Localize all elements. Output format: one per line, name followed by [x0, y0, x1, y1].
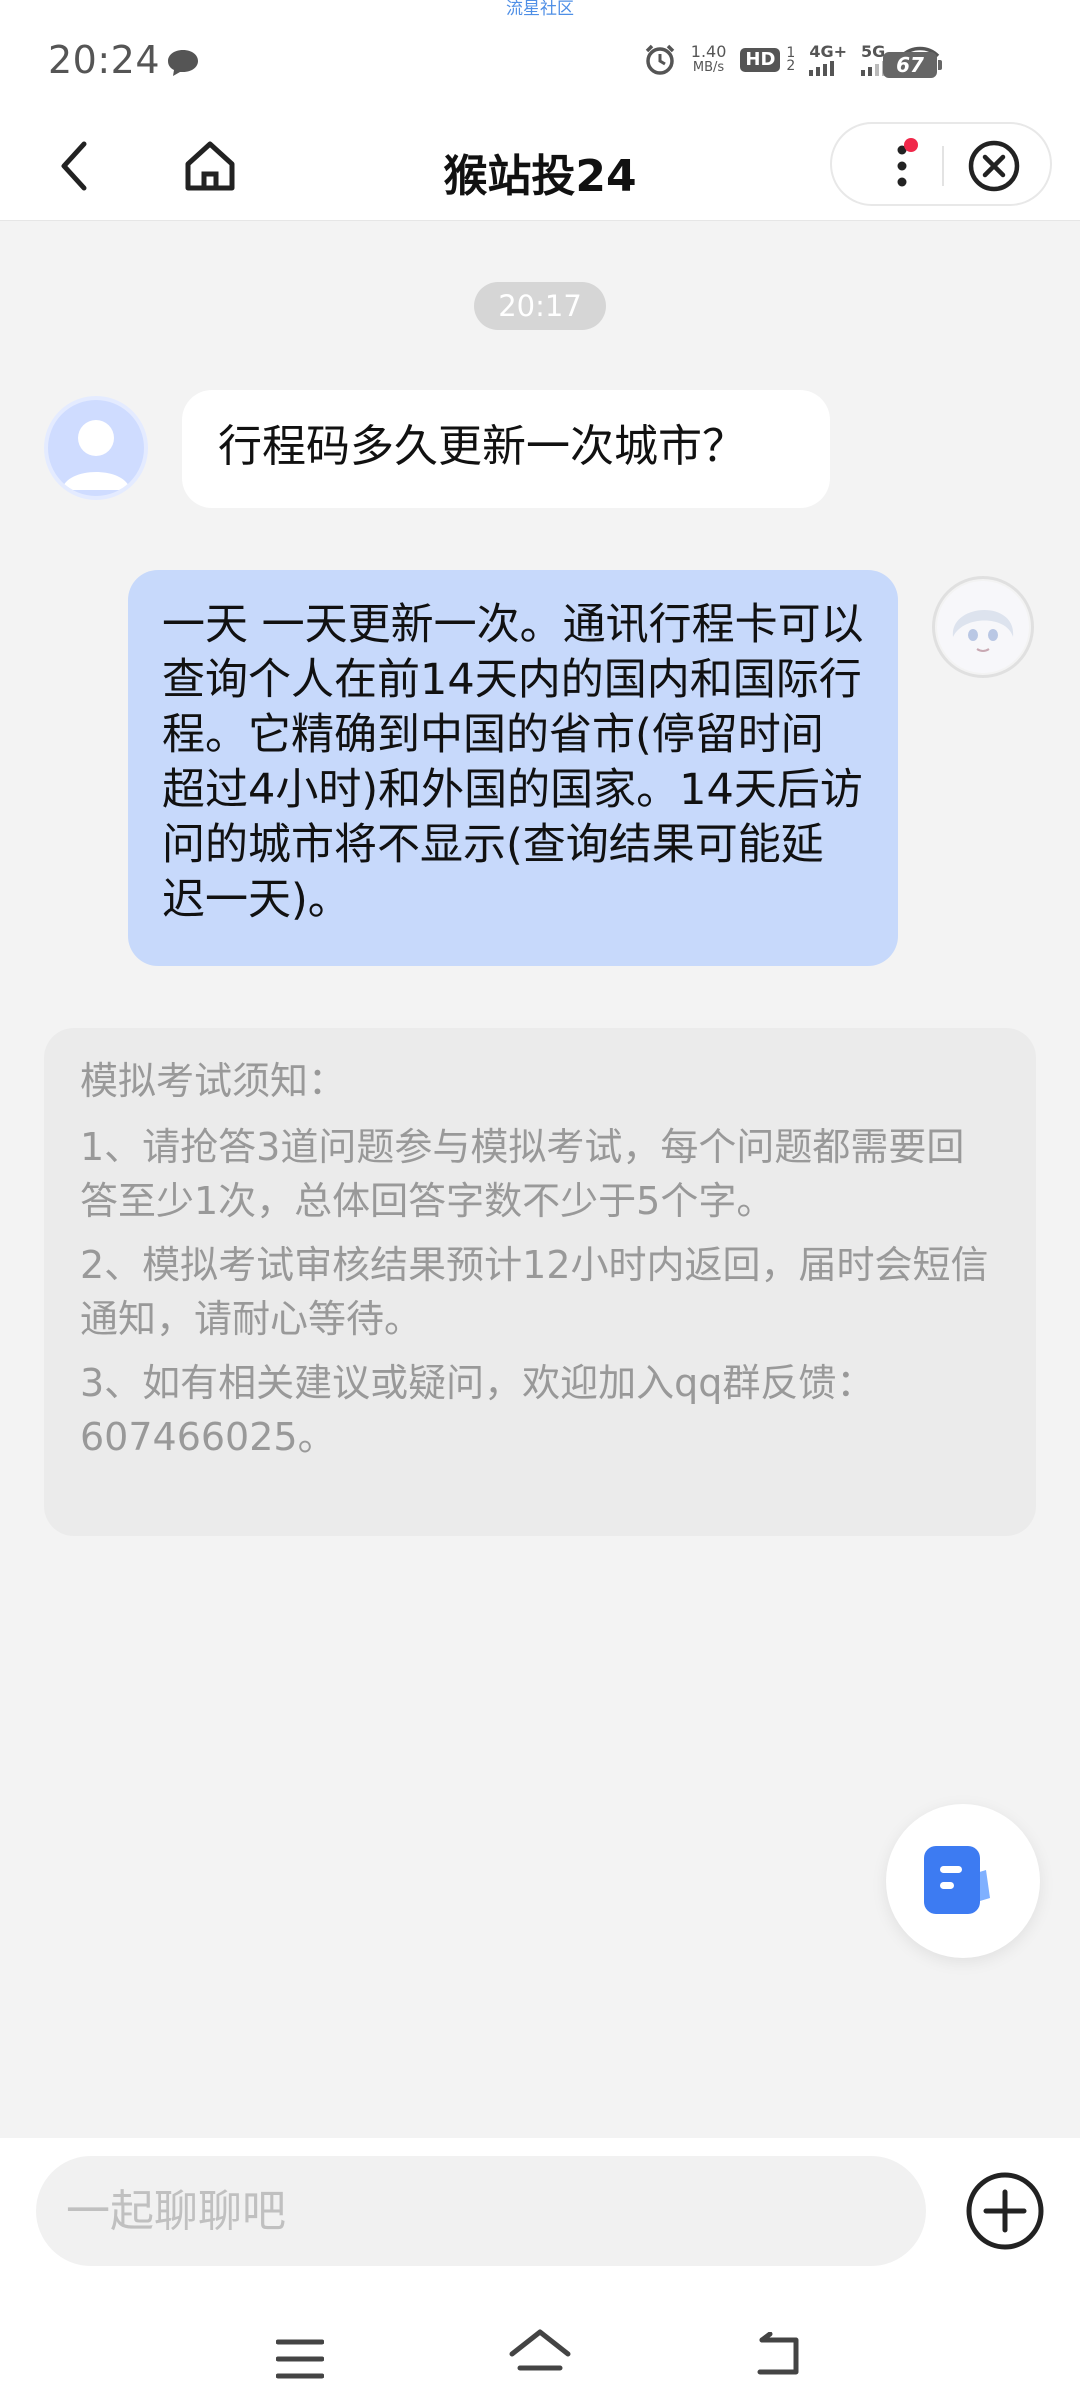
add-plus-icon[interactable]	[964, 2170, 1046, 2252]
notification-dot	[904, 138, 918, 152]
message-bubble-icon	[168, 50, 198, 76]
battery-icon: 67	[883, 52, 937, 78]
notice-item: 2、模拟考试审核结果预计12小时内返回，届时会短信通知，请耐心等待。	[80, 1243, 989, 1341]
signal-4g-label: 4G+	[809, 42, 847, 61]
notice-title: 模拟考试须知：	[80, 1059, 347, 1103]
notice-item: 1、请抢答3道问题参与模拟考试，每个问题都需要回答至少1次，总体回答字数不少于5…	[80, 1125, 965, 1223]
notice-item: 3、如有相关建议或疑问，欢迎加入qq群反馈：607466025。	[80, 1361, 875, 1459]
system-home-icon[interactable]	[508, 2328, 572, 2378]
signal-4g: 4G+	[809, 44, 847, 76]
chat-timestamp: 20:17	[474, 282, 606, 330]
nav-bar: 猴站投24	[0, 112, 1080, 221]
capsule-divider	[942, 146, 944, 186]
network-speed: 1.40 MB/s	[691, 44, 727, 76]
chat-page: 20:24 1.40 MB/s HD 1 2 4G+ 5G 67 流星社区 猴站…	[0, 0, 1080, 2408]
anime-girl-avatar-icon	[937, 581, 1029, 673]
signal-5g-label: 5G	[861, 42, 886, 61]
hd-sim-indicator: 1 2	[786, 46, 796, 74]
battery-level: 67	[896, 53, 924, 77]
exam-notice-card: 模拟考试须知： 1、请抢答3道问题参与模拟考试，每个问题都需要回答至少1次，总体…	[44, 1028, 1036, 1536]
chat-input[interactable]	[36, 2156, 926, 2266]
alarm-clock-icon	[645, 44, 675, 75]
hd-sim-bottom: 2	[786, 58, 796, 74]
network-speed-unit: MB/s	[692, 60, 725, 75]
bot-avatar[interactable]	[932, 576, 1034, 678]
input-bar	[0, 2138, 1080, 2298]
mini-program-capsule	[830, 122, 1052, 206]
menu-icon[interactable]	[276, 2338, 324, 2380]
system-navigation-bar	[0, 2298, 1080, 2408]
top-watermark: 流星社区	[506, 0, 574, 19]
floating-compose-button[interactable]	[886, 1804, 1040, 1958]
battery-tip	[938, 60, 942, 70]
system-back-icon[interactable]	[752, 2332, 804, 2378]
signal-4g-bars-icon	[809, 60, 835, 76]
question-bubble: 行程码多久更新一次城市？	[182, 390, 830, 508]
answer-bubble: 一天 一天更新一次。通讯行程卡可以查询个人在前14天内的国内和国际行程。它精确到…	[128, 570, 898, 966]
default-person-icon	[62, 420, 130, 490]
network-speed-value: 1.40	[690, 42, 727, 61]
status-time: 20:24	[48, 38, 161, 82]
compose-chat-icon	[924, 1846, 990, 1914]
hd-badge: HD	[740, 48, 781, 72]
user-avatar[interactable]	[44, 396, 148, 500]
close-circle-icon[interactable]	[966, 138, 1022, 194]
